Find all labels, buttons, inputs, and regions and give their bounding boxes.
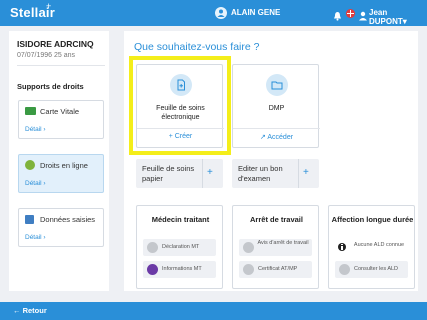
patient-dob: 07/07/1996 25 ans — [17, 52, 75, 59]
droits-en-ligne-icon — [25, 160, 35, 170]
button-label: Consulter les ALD — [354, 266, 399, 272]
box-medecin-traitant: Médecin traitant Déclaration MT Informat… — [136, 205, 223, 289]
doctor-name[interactable]: ALAIN GENE — [231, 8, 280, 17]
user-name: Jean DUPONT — [369, 8, 403, 26]
detail-link[interactable]: Détail › — [25, 180, 46, 187]
card-donnees-saisies[interactable]: Données saisies Détail › — [18, 208, 104, 247]
button-label: Informations MT — [162, 266, 202, 272]
informations-mt-button[interactable]: Informations MT — [143, 261, 216, 278]
pill-bon-examen[interactable]: Editer un bon d'examen + — [232, 159, 319, 188]
card-droits-en-ligne[interactable]: Droits en ligne Détail › — [18, 154, 104, 193]
divider — [298, 159, 299, 188]
pill-feuille-papier[interactable]: Feuille de soins papier + — [136, 159, 223, 188]
divider — [202, 159, 203, 188]
button-label: Certificat AT/MP — [258, 266, 298, 272]
certificat-atmp-button[interactable]: Certificat AT/MP — [239, 261, 312, 278]
card-label: Droits en ligne — [40, 161, 88, 170]
pill-label: Editer un bon d'examen — [238, 164, 283, 183]
folder-icon — [266, 74, 288, 96]
bottom-bar: ← Retour — [0, 302, 427, 320]
tile-title: DMP — [268, 105, 285, 112]
consulter-ald-button[interactable]: Consulter les ALD — [335, 261, 408, 278]
detail-link[interactable]: Détail › — [25, 126, 46, 133]
swiss-flag-icon[interactable] — [346, 9, 355, 18]
user-menu[interactable]: Jean DUPONT▾ — [369, 8, 427, 26]
back-button[interactable]: ← Retour — [13, 306, 47, 315]
edit-icon — [25, 215, 34, 224]
box-ald: Affection longue durée Aucune ALD connue… — [328, 205, 415, 289]
card-label: Données saisies — [40, 215, 96, 224]
divider — [233, 128, 320, 129]
logo-plus: + — [46, 1, 52, 11]
add-icon[interactable]: + — [303, 167, 309, 178]
chevron-down-icon: ▾ — [402, 17, 407, 26]
button-label: Déclaration MT — [162, 244, 200, 250]
divider — [17, 65, 105, 66]
box-title: Arrêt de travail — [250, 215, 303, 224]
declaration-icon — [147, 242, 158, 253]
bell-icon[interactable] — [333, 8, 342, 26]
rights-title: Supports de droits — [17, 82, 84, 91]
box-title: Affection longue durée — [331, 215, 414, 224]
card-label: Carte Vitale — [40, 107, 80, 116]
info-icon — [338, 243, 346, 251]
info-icon — [147, 264, 158, 275]
patient-sidebar: ISIDORE ADRCINQ 07/07/1996 25 ans Suppor… — [9, 31, 109, 291]
ald-info: Aucune ALD connue — [353, 242, 405, 248]
main-panel: Que souhaitez-vous faire ? Feuille de so… — [124, 31, 418, 291]
box-title: Médecin traitant — [151, 215, 210, 224]
highlight-frame — [129, 56, 231, 155]
card-carte-vitale[interactable]: Carte Vitale Détail › — [18, 100, 104, 139]
top-bar: Stellair + ALAIN GENE Jean DUPONT▾ — [0, 0, 427, 26]
tile-dmp[interactable]: DMP ↗ Accéder — [232, 64, 320, 148]
arret-icon — [243, 242, 254, 253]
button-label: Avis d'arrêt de travail — [257, 240, 309, 246]
declaration-mt-button[interactable]: Déclaration MT — [143, 239, 216, 256]
certificat-icon — [243, 264, 254, 275]
add-icon[interactable]: + — [207, 167, 213, 178]
pill-label: Feuille de soins papier — [142, 164, 195, 183]
carte-vitale-icon — [25, 107, 36, 115]
patient-name: ISIDORE ADRCINQ — [17, 39, 94, 49]
box-arret-de-travail: Arrêt de travail Avis d'arrêt de travail… — [232, 205, 319, 289]
page-title: Que souhaitez-vous faire ? — [134, 41, 260, 53]
ald-icon — [339, 264, 350, 275]
avis-arret-button[interactable]: Avis d'arrêt de travail — [239, 239, 312, 256]
doctor-avatar-icon — [215, 7, 227, 19]
detail-link[interactable]: Détail › — [25, 234, 46, 241]
access-button[interactable]: ↗ Accéder — [233, 133, 320, 141]
user-icon — [359, 8, 367, 26]
